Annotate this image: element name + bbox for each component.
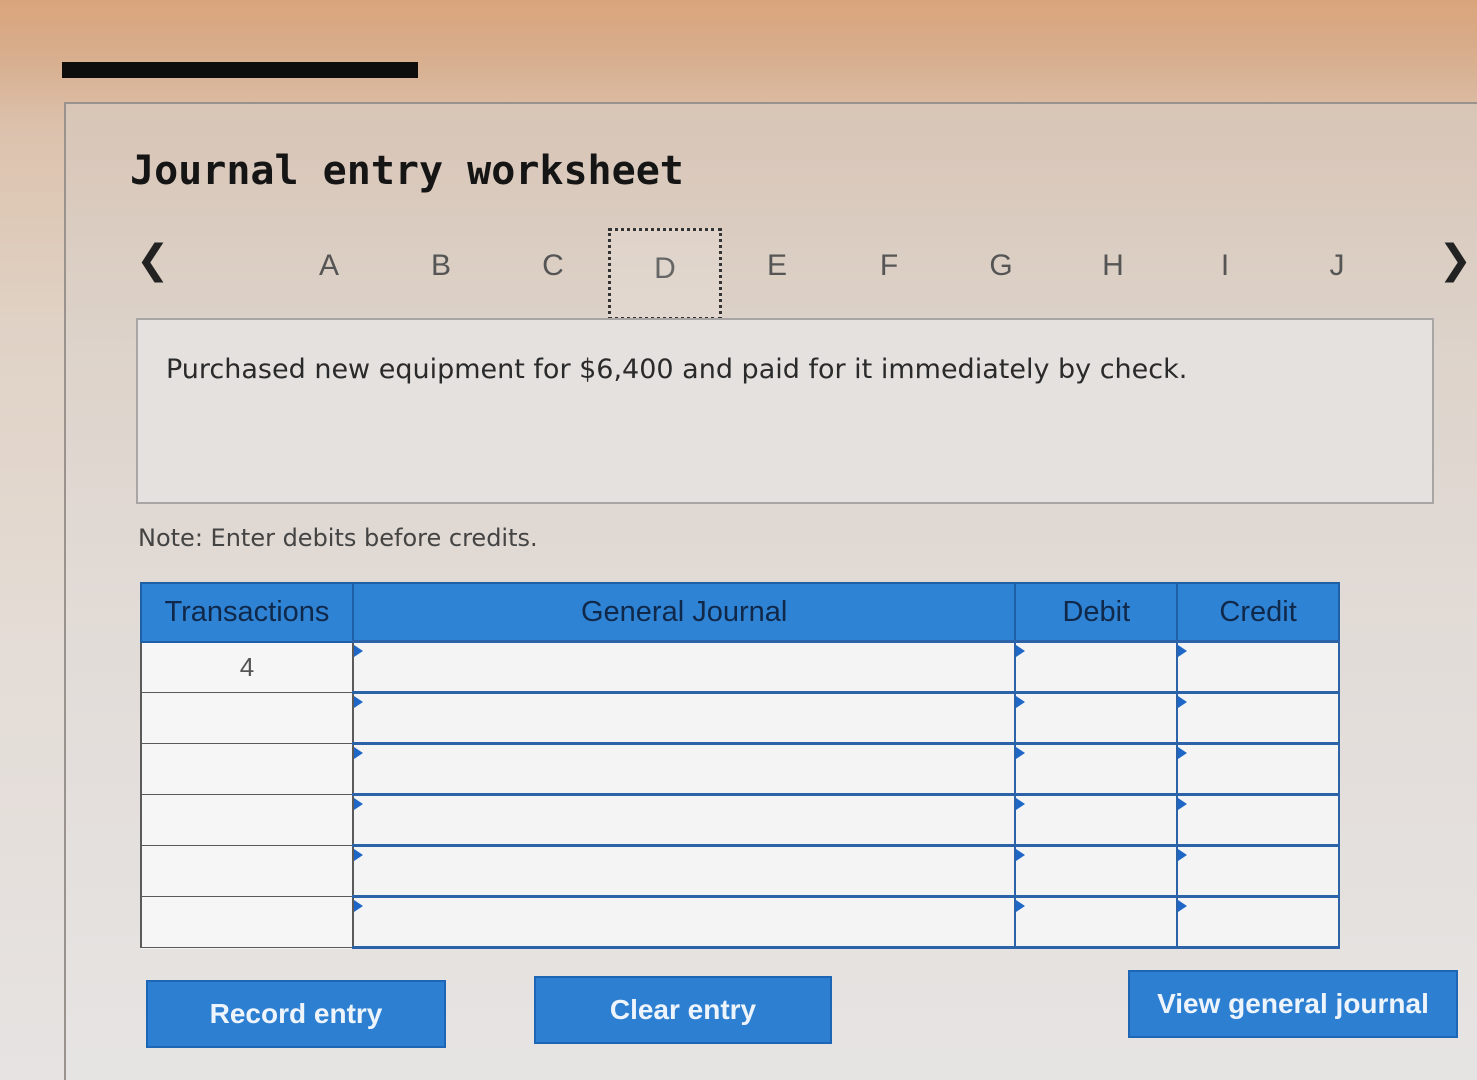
cell-marker-icon: [1178, 696, 1188, 708]
cell-marker-icon: [1178, 747, 1188, 759]
transaction-description: Purchased new equipment for $6,400 and p…: [166, 354, 1188, 385]
cell-marker-icon: [353, 849, 363, 861]
table-row: [140, 742, 1340, 796]
general-journal-input[interactable]: [351, 691, 1017, 745]
tab-f[interactable]: F: [832, 228, 946, 320]
transaction-description-box: Purchased new equipment for $6,400 and p…: [136, 318, 1434, 504]
column-header-debit: Debit: [1014, 582, 1179, 643]
general-journal-input[interactable]: [351, 793, 1017, 847]
transaction-number-cell: [140, 794, 354, 846]
debit-input[interactable]: [1014, 895, 1179, 949]
table-header-row: Transactions General Journal Debit Credi…: [140, 582, 1340, 643]
view-general-journal-button[interactable]: View general journal: [1128, 970, 1458, 1038]
tab-i[interactable]: I: [1168, 228, 1282, 320]
debit-input[interactable]: [1014, 742, 1179, 796]
credit-input[interactable]: [1176, 844, 1340, 898]
tab-h[interactable]: H: [1056, 228, 1170, 320]
debit-input[interactable]: [1014, 844, 1179, 898]
general-journal-input[interactable]: [351, 640, 1017, 694]
debit-input[interactable]: [1014, 691, 1179, 745]
column-header-transactions: Transactions: [140, 582, 354, 643]
journal-entry-table: Transactions General Journal Debit Credi…: [140, 582, 1340, 949]
entry-note: Note: Enter debits before credits.: [138, 524, 538, 552]
cell-marker-icon: [353, 747, 363, 759]
general-journal-input[interactable]: [351, 895, 1017, 949]
cell-marker-icon: [1016, 747, 1026, 759]
credit-input[interactable]: [1176, 691, 1340, 745]
transaction-number-cell: [140, 743, 354, 795]
entry-tab-navigation: ❮ A B C D E F G H I J ❯: [132, 228, 1472, 320]
column-header-credit: Credit: [1176, 582, 1340, 643]
cell-marker-icon: [1178, 900, 1188, 912]
cell-marker-icon: [1016, 696, 1026, 708]
transaction-number-cell: 4: [140, 641, 354, 693]
journal-worksheet-panel: Journal entry worksheet ❮ A B C D E F G …: [64, 102, 1477, 1080]
transaction-number-cell: [140, 896, 354, 948]
debit-input[interactable]: [1014, 640, 1179, 694]
record-entry-button[interactable]: Record entry: [146, 980, 446, 1048]
table-row: [140, 691, 1340, 745]
chevron-left-icon[interactable]: ❮: [136, 240, 170, 280]
cell-marker-icon: [1016, 849, 1026, 861]
general-journal-input[interactable]: [351, 844, 1017, 898]
cell-marker-icon: [353, 798, 363, 810]
cell-marker-icon: [353, 645, 363, 657]
debit-input[interactable]: [1014, 793, 1179, 847]
tab-d[interactable]: D: [608, 228, 722, 320]
transaction-number-cell: [140, 692, 354, 744]
credit-input[interactable]: [1176, 895, 1340, 949]
cell-marker-icon: [1178, 849, 1188, 861]
column-header-general-journal: General Journal: [351, 582, 1017, 643]
cell-marker-icon: [353, 696, 363, 708]
transaction-number-cell: [140, 845, 354, 897]
chevron-right-icon[interactable]: ❯: [1438, 240, 1472, 280]
tab-a[interactable]: A: [272, 228, 386, 320]
general-journal-input[interactable]: [351, 742, 1017, 796]
credit-input[interactable]: [1176, 640, 1340, 694]
table-row: [140, 844, 1340, 898]
tab-c[interactable]: C: [496, 228, 610, 320]
table-row: 4: [140, 640, 1340, 694]
cell-marker-icon: [1178, 645, 1188, 657]
cell-marker-icon: [1016, 900, 1026, 912]
table-row: [140, 793, 1340, 847]
tab-b[interactable]: B: [384, 228, 498, 320]
credit-input[interactable]: [1176, 793, 1340, 847]
tab-e[interactable]: E: [720, 228, 834, 320]
tab-g[interactable]: G: [944, 228, 1058, 320]
clear-entry-button[interactable]: Clear entry: [534, 976, 832, 1044]
tab-j[interactable]: J: [1280, 228, 1394, 320]
table-row: [140, 895, 1340, 949]
cell-marker-icon: [353, 900, 363, 912]
top-black-bar: [62, 62, 418, 78]
cell-marker-icon: [1178, 798, 1188, 810]
credit-input[interactable]: [1176, 742, 1340, 796]
cell-marker-icon: [1016, 645, 1026, 657]
page-title: Journal entry worksheet: [130, 148, 684, 194]
cell-marker-icon: [1016, 798, 1026, 810]
